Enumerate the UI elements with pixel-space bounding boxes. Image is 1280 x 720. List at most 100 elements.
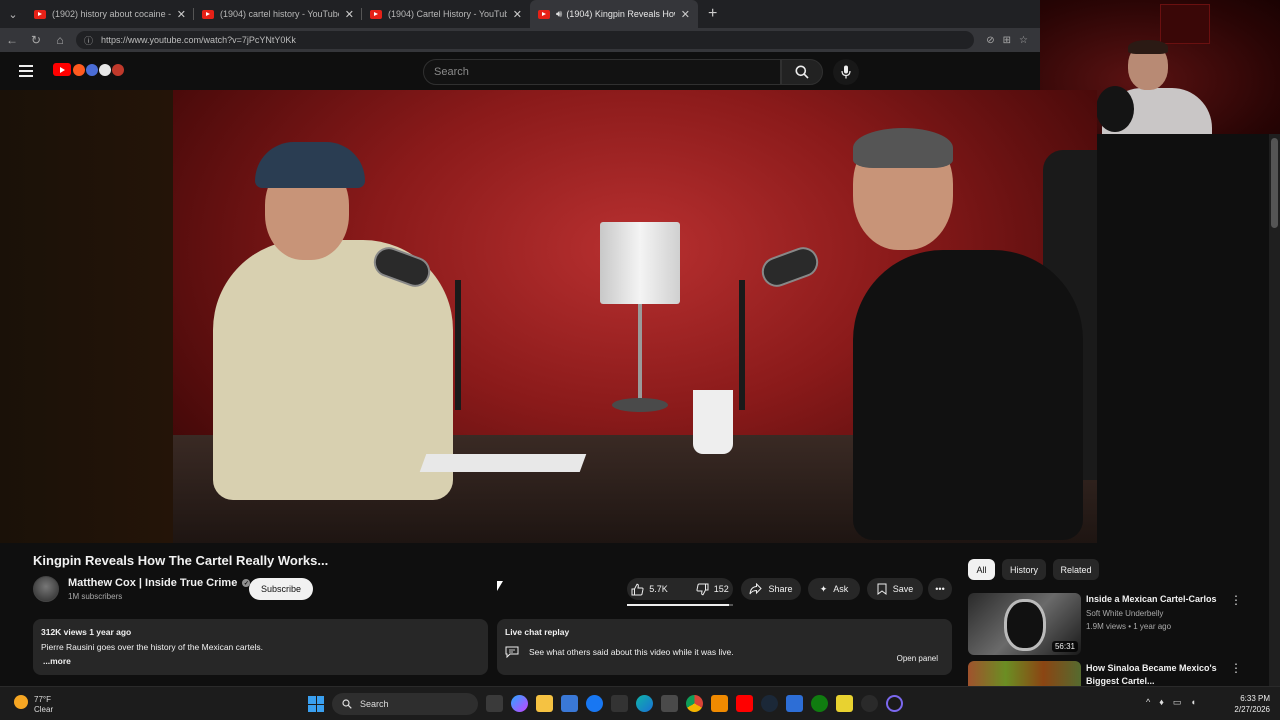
browser-tab-4-active[interactable]: 🔊︎ (1904) Kingpin Reveals How T ✕ <box>530 0 698 28</box>
show-more-link[interactable]: ...more <box>43 656 480 666</box>
taskbar-clock[interactable]: 6:33 PM 2/27/2026 <box>1226 693 1270 715</box>
tab-close-icon[interactable]: ✕ <box>177 8 186 21</box>
recommended-channel: Soft White Underbelly <box>1086 609 1164 618</box>
share-button[interactable]: Share <box>741 578 801 600</box>
tab-close-icon[interactable]: ✕ <box>681 8 690 21</box>
live-chat-replay-box: Live chat replay See what others said ab… <box>497 619 952 675</box>
microsoft-store-icon[interactable] <box>561 695 578 712</box>
channel-avatar[interactable] <box>33 576 59 602</box>
like-ratio-bar <box>627 604 733 606</box>
facebook-icon[interactable] <box>586 695 603 712</box>
copilot-icon[interactable] <box>511 695 528 712</box>
file-explorer-icon[interactable] <box>536 695 553 712</box>
voice-search-button[interactable] <box>833 59 859 85</box>
open-panel-button[interactable]: Open panel <box>891 649 944 667</box>
like-button[interactable]: 5.7K <box>623 583 676 596</box>
share-label: Share <box>768 584 793 594</box>
ask-button[interactable]: ✦ Ask <box>808 578 860 600</box>
description-box[interactable]: 312K views 1 year ago Pierre Rausini goe… <box>33 619 488 675</box>
live-chat-description: See what others said about this video wh… <box>529 647 734 657</box>
youtube-favicon-icon <box>538 9 550 19</box>
reload-icon[interactable]: ↻ <box>24 33 48 47</box>
thumbs-up-icon <box>631 583 644 595</box>
menu-hamburger-icon[interactable] <box>19 65 33 77</box>
url-field[interactable]: ⓘ https://www.youtube.com/watch?v=7jPcYN… <box>76 31 975 49</box>
save-button[interactable]: Save <box>867 578 923 600</box>
page-scrollbar[interactable] <box>1269 134 1280 686</box>
notes-icon[interactable] <box>836 695 853 712</box>
tab-title: (1904) Cartel History - YouTube <box>388 9 507 19</box>
url-text: https://www.youtube.com/watch?v=7jPcYNtY… <box>101 35 296 45</box>
obs-icon[interactable] <box>861 695 878 712</box>
tray-app-icon[interactable]: ♦ <box>1159 697 1164 708</box>
sidebar-area <box>1097 134 1269 543</box>
chip-related[interactable]: Related <box>1053 559 1099 580</box>
more-vertical-icon[interactable]: ⋮ <box>1230 593 1242 607</box>
like-count: 5.7K <box>649 584 668 594</box>
video-player[interactable] <box>0 90 1097 543</box>
tab-close-icon[interactable]: ✕ <box>513 8 522 21</box>
calculator-icon[interactable] <box>661 695 678 712</box>
favorite-star-icon[interactable]: ☆ <box>1019 35 1028 46</box>
tab-title: (1904) Kingpin Reveals How T <box>566 9 674 19</box>
chrome-icon[interactable] <box>686 695 703 712</box>
youtube-icon[interactable] <box>736 695 753 712</box>
chip-history[interactable]: History <box>1002 559 1046 580</box>
settings-gear-icon[interactable] <box>786 695 803 712</box>
windows-start-icon[interactable] <box>308 696 324 712</box>
taskbar-search[interactable]: Search <box>332 693 478 715</box>
youtube-header: Search <box>0 52 1040 90</box>
ask-label: Ask <box>833 584 849 594</box>
browser-tab-1[interactable]: (1902) history about cocaine - Yo ✕ <box>26 0 194 28</box>
windows-taskbar: 77°F Clear Search ^ ♦ ▭ ◖ 6:33 PM 2/27/2… <box>0 686 1280 720</box>
browser-tab-2[interactable]: (1904) cartel history - YouTube ✕ <box>194 0 362 28</box>
youtube-play-logo-icon <box>53 63 71 76</box>
subscriber-count: 1M subscribers <box>68 592 123 601</box>
site-info-icon[interactable]: ⓘ <box>84 34 93 47</box>
vlc-icon[interactable] <box>711 695 728 712</box>
volume-icon[interactable]: ◖ <box>1190 697 1195 708</box>
new-tab-plus-icon[interactable]: + <box>708 5 717 23</box>
more-horizontal-icon: ••• <box>935 584 945 594</box>
video-thumbnail[interactable] <box>968 661 1081 686</box>
more-actions-button[interactable]: ••• <box>928 578 952 600</box>
tab-close-icon[interactable]: ✕ <box>345 8 354 21</box>
chip-all[interactable]: All <box>968 559 995 580</box>
recommended-video[interactable]: 56:31 Inside a Mexican Cartel-Carlos Sof… <box>968 593 1258 657</box>
audio-playing-icon[interactable]: 🔊︎ <box>556 9 562 20</box>
split-screen-icon[interactable]: ⊞ <box>1003 35 1011 46</box>
chat-bubble-icon <box>505 646 519 658</box>
task-view-icon[interactable] <box>486 695 503 712</box>
youtube-logo[interactable] <box>53 63 124 76</box>
home-icon[interactable]: ⌂ <box>48 33 72 47</box>
temperature: 77°F <box>34 695 51 704</box>
network-icon[interactable]: ▭ <box>1173 697 1182 708</box>
subscribe-button[interactable]: Subscribe <box>249 578 313 600</box>
search-button[interactable] <box>781 59 823 85</box>
tab-list-chevron-icon[interactable]: ⌄ <box>0 0 26 28</box>
search-input[interactable]: Search <box>423 59 781 85</box>
xbox-icon[interactable] <box>811 695 828 712</box>
browser-tab-3[interactable]: (1904) Cartel History - YouTube ✕ <box>362 0 530 28</box>
tab-title: (1904) cartel history - YouTube <box>220 9 339 19</box>
dislike-count: 152 <box>713 584 729 594</box>
back-arrow-icon[interactable]: ← <box>0 33 24 47</box>
edge-icon[interactable] <box>636 695 653 712</box>
address-bar-row: ← ↻ ⌂ ⓘ https://www.youtube.com/watch?v=… <box>0 28 1040 52</box>
dislike-button[interactable]: 152 <box>688 583 737 596</box>
channel-name-link[interactable]: Matthew Cox | Inside True Crime ✓ <box>68 577 251 589</box>
recommended-video[interactable]: How Sinaloa Became Mexico's Biggest Cart… <box>968 661 1258 686</box>
tray-chevron-up-icon[interactable]: ^ <box>1146 697 1150 708</box>
translate-icon[interactable]: ⊘ <box>986 35 994 46</box>
more-vertical-icon[interactable]: ⋮ <box>1230 661 1242 675</box>
taskbar-search-label: Search <box>360 699 389 709</box>
youtube-favicon-icon <box>202 9 214 19</box>
weather-widget[interactable]: 77°F Clear <box>14 695 53 715</box>
youtube-favicon-icon <box>34 9 46 19</box>
video-thumbnail[interactable]: 56:31 <box>968 593 1081 655</box>
steam-icon[interactable] <box>761 695 778 712</box>
amazon-icon[interactable] <box>611 695 628 712</box>
mouse-pointer-icon <box>497 581 503 591</box>
cortana-icon[interactable] <box>886 695 903 712</box>
microphone-icon <box>841 65 851 79</box>
